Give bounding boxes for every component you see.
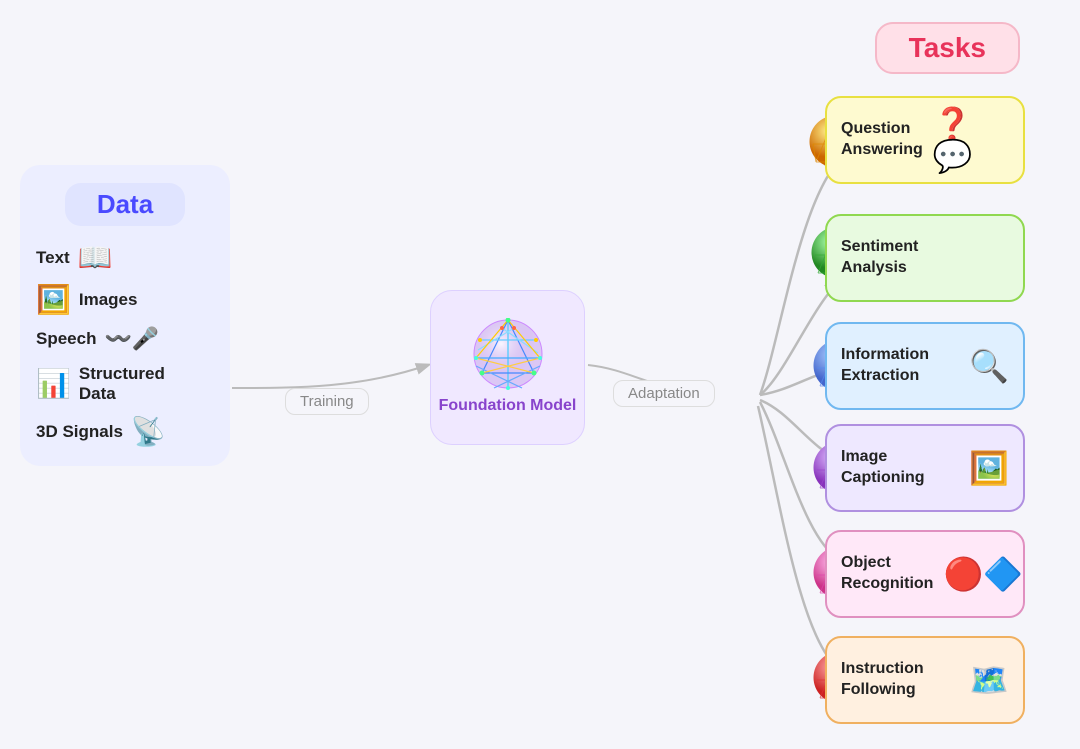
foundation-sphere-icon [472,318,544,390]
tasks-label: Tasks [875,22,1020,74]
instr-follow-card: InstructionFollowing 🗺️ [825,636,1025,724]
qa-icon: ❓💬 [933,108,1009,172]
img-caption-card: ImageCaptioning 🖼️ [825,424,1025,512]
text-label: Text [36,248,70,268]
training-label: Training [285,388,369,415]
adaptation-label: Adaptation [613,380,715,407]
data-item-images: 🖼️ Images [36,286,214,314]
qa-label: QuestionAnswering [841,119,923,161]
data-item-3dsignals: 3D Signals 📡 [36,418,214,446]
info-extract-card: InformationExtraction 🔍 [825,322,1025,410]
text-icon: 📖 [78,244,113,272]
data-item-speech: Speech 〰️🎤 [36,328,214,350]
images-icon: 🖼️ [36,286,71,314]
speech-icon: 〰️🎤 [104,328,159,350]
qa-card: QuestionAnswering ❓💬 [825,96,1025,184]
foundation-model-label: Foundation Model [439,396,577,417]
speech-label: Speech [36,329,96,349]
3dsignals-icon: 📡 [131,418,166,446]
obj-recog-label: ObjectRecognition [841,553,933,595]
structured-label: StructuredData [79,364,165,404]
info-extract-icon: 🔍 [969,350,1009,382]
data-item-text: Text 📖 [36,244,214,272]
sentiment-label: SentimentAnalysis [841,237,1009,279]
img-caption-label: ImageCaptioning [841,447,959,489]
3dsignals-label: 3D Signals [36,422,123,442]
images-label: Images [79,290,138,310]
obj-recog-icon: 🔴🔷 [943,558,1023,590]
obj-recog-card: ObjectRecognition 🔴🔷 [825,530,1025,618]
data-panel: Data Text 📖 🖼️ Images Speech 〰️🎤 📊 Struc… [20,165,230,466]
instr-follow-icon: 🗺️ [969,664,1009,696]
foundation-model-box: Foundation Model [430,290,585,445]
data-item-structured: 📊 StructuredData [36,364,214,404]
instr-follow-label: InstructionFollowing [841,659,959,701]
structured-icon: 📊 [36,370,71,398]
data-title-box: Data [65,183,185,226]
sentiment-card: SentimentAnalysis [825,214,1025,302]
img-caption-icon: 🖼️ [969,452,1009,484]
info-extract-label: InformationExtraction [841,345,959,387]
